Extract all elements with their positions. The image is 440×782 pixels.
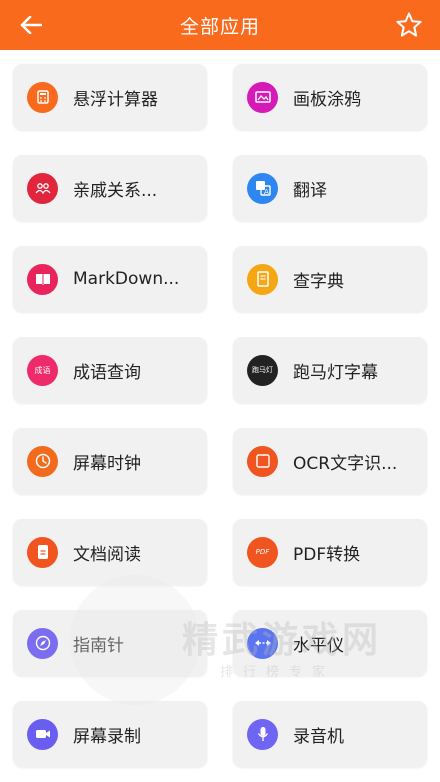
svg-text:A: A: [264, 188, 269, 196]
app-card-pdf-convert[interactable]: PDF PDF转换: [233, 519, 427, 585]
video-camera-icon: [27, 718, 58, 750]
app-grid: 悬浮计算器 画板涂鸦 亲戚关系... A 翻译 MarkDown... 查字典: [0, 50, 440, 782]
compass-icon: [27, 627, 58, 659]
app-label: 文档阅读: [73, 544, 141, 565]
drawing-board-icon: [247, 81, 278, 113]
app-label: 指南针: [73, 635, 124, 656]
app-card-translate[interactable]: A 翻译: [233, 155, 427, 221]
app-card-markdown[interactable]: MarkDown...: [13, 246, 207, 312]
clock-icon: [27, 445, 58, 477]
app-label: 屏幕录制: [73, 726, 141, 747]
book-icon: [27, 263, 58, 295]
app-label: 查字典: [293, 271, 344, 292]
app-label: 水平仪: [293, 635, 344, 656]
app-label: 翻译: [293, 180, 327, 201]
app-label: 跑马灯字幕: [293, 362, 378, 383]
app-card-compass[interactable]: 指南针: [13, 610, 207, 676]
app-card-document-reader[interactable]: 文档阅读: [13, 519, 207, 585]
app-card-floating-calculator[interactable]: 悬浮计算器: [13, 64, 207, 130]
microphone-icon: [247, 718, 278, 750]
idiom-icon-text: 成语: [34, 365, 51, 375]
marquee-icon: 跑马灯: [247, 354, 278, 386]
app-card-spirit-level[interactable]: 水平仪: [233, 610, 427, 676]
app-card-screen-clock[interactable]: 屏幕时钟: [13, 428, 207, 494]
level-icon: [247, 627, 278, 659]
back-arrow-icon[interactable]: [18, 12, 44, 38]
app-card-dictionary[interactable]: 查字典: [233, 246, 427, 312]
top-app-bar: 全部应用: [0, 0, 440, 50]
pdf-icon: PDF: [247, 536, 278, 568]
app-card-screen-recorder[interactable]: 屏幕录制: [13, 701, 207, 767]
app-label: 屏幕时钟: [73, 453, 141, 474]
app-card-drawing-board[interactable]: 画板涂鸦: [233, 64, 427, 130]
app-card-relatives[interactable]: 亲戚关系...: [13, 155, 207, 221]
app-label: 悬浮计算器: [73, 89, 158, 110]
ocr-icon: [247, 445, 278, 477]
pdf-icon-text: PDF: [255, 548, 270, 556]
app-label: 画板涂鸦: [293, 89, 361, 110]
calculator-icon: [27, 81, 58, 113]
dictionary-icon: [247, 263, 278, 295]
translate-icon: A: [247, 172, 278, 204]
app-card-voice-recorder[interactable]: 录音机: [233, 701, 427, 767]
app-label: 录音机: [293, 726, 344, 747]
marquee-icon-text: 跑马灯: [252, 366, 273, 374]
star-icon[interactable]: [394, 10, 424, 40]
page-title: 全部应用: [179, 15, 260, 38]
app-label: MarkDown...: [73, 269, 180, 289]
relatives-icon: [27, 172, 58, 204]
app-label: OCR文字识...: [293, 453, 398, 474]
document-icon: [27, 536, 58, 568]
app-card-marquee-subtitle[interactable]: 跑马灯 跑马灯字幕: [233, 337, 427, 403]
app-card-ocr[interactable]: OCR文字识...: [233, 428, 427, 494]
app-label: PDF转换: [293, 544, 361, 565]
app-label: 亲戚关系...: [73, 180, 158, 201]
app-card-idiom-lookup[interactable]: 成语 成语查询: [13, 337, 207, 403]
idiom-icon: 成语: [27, 354, 58, 386]
app-label: 成语查询: [73, 362, 141, 383]
